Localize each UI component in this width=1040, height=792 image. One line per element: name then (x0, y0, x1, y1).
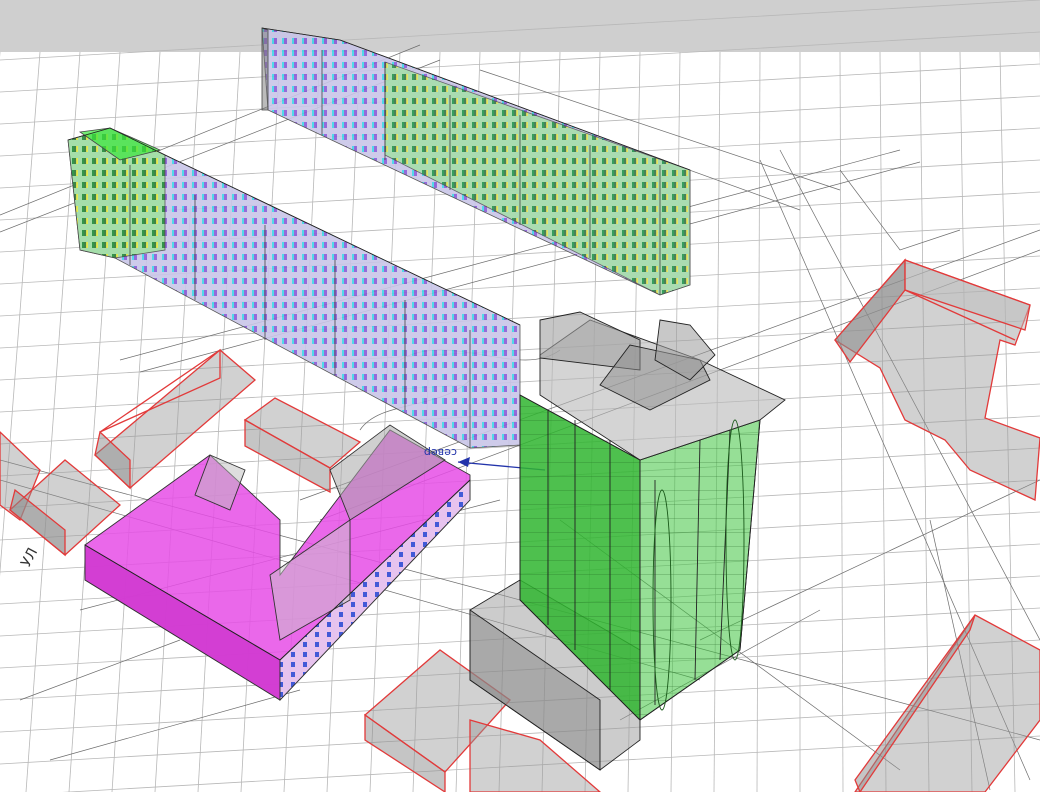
grid-line (326, 51, 361, 792)
street-label: УЛ (18, 545, 41, 569)
existing-building-right-l (834, 258, 1040, 501)
grid-line (0, 0, 1040, 61)
existing-building-bottom-right (854, 614, 1040, 792)
grid-line (839, 51, 844, 792)
insolation-arrow-label: север (424, 446, 457, 459)
site-3d-model: север УЛ (0, 0, 1040, 792)
